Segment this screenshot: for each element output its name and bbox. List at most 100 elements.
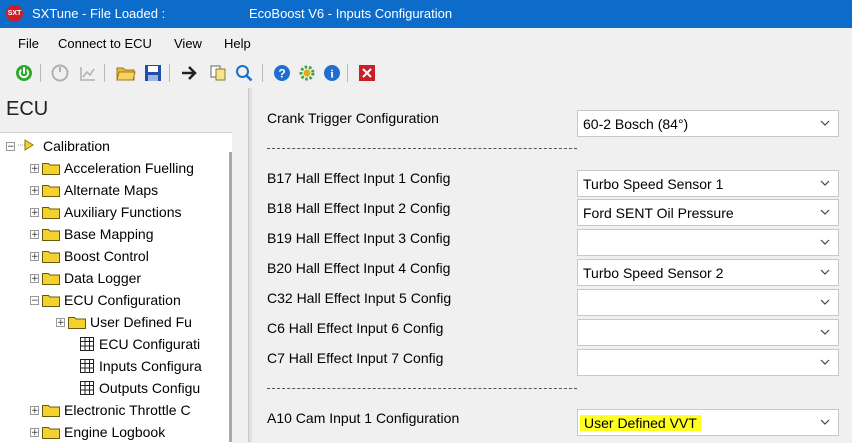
- folder-icon: [42, 272, 60, 285]
- expand-icon[interactable]: +: [30, 207, 39, 217]
- search-icon[interactable]: [234, 63, 254, 83]
- folder-icon: [42, 426, 60, 439]
- collapse-icon[interactable]: −: [6, 141, 15, 151]
- toolbar-separator: [169, 64, 170, 82]
- tree-item-outputs-configuration[interactable]: Outputs Configu: [80, 377, 200, 399]
- save-icon[interactable]: [143, 63, 163, 83]
- graph-icon[interactable]: [78, 63, 98, 83]
- expand-icon[interactable]: +: [56, 317, 65, 327]
- calibration-tree[interactable]: − Calibration + Acceleration Fuelling + …: [0, 132, 232, 443]
- tree-item-engine-logbook[interactable]: + Engine Logbook: [30, 421, 165, 443]
- chevron-down-icon: [820, 299, 830, 305]
- tree-item-label: Inputs Configura: [99, 358, 202, 374]
- tree-item-label: Auxiliary Functions: [64, 204, 182, 220]
- folder-icon: [42, 228, 60, 241]
- tree-item-label: Boost Control: [64, 248, 149, 264]
- tree-scrollbar[interactable]: [229, 152, 232, 442]
- tree-item-alternate-maps[interactable]: + Alternate Maps: [30, 179, 158, 201]
- expand-icon[interactable]: +: [30, 273, 39, 283]
- power-icon[interactable]: [14, 63, 34, 83]
- expand-icon[interactable]: +: [30, 405, 39, 415]
- chevron-down-icon: [820, 120, 830, 126]
- chevron-down-icon: [820, 359, 830, 365]
- svg-text:?: ?: [278, 67, 285, 81]
- tree-item-data-logger[interactable]: + Data Logger: [30, 267, 141, 289]
- tree-item-boost-control[interactable]: + Boost Control: [30, 245, 149, 267]
- tree-item-ecu-configuration[interactable]: − ECU Configuration: [30, 289, 181, 311]
- tree-item-acceleration-fuelling[interactable]: + Acceleration Fuelling: [30, 157, 194, 179]
- tree-item-label: Alternate Maps: [64, 182, 159, 198]
- hall-input-5-select[interactable]: [577, 289, 839, 316]
- cam-input-1-label: A10 Cam Input 1 Configuration: [267, 410, 460, 426]
- section-separator: [267, 388, 577, 389]
- settings-gear-icon[interactable]: [297, 63, 317, 83]
- folder-icon: [42, 250, 60, 263]
- disconnect-icon[interactable]: [50, 63, 70, 83]
- chevron-down-icon: [820, 329, 830, 335]
- expand-icon[interactable]: +: [30, 427, 39, 437]
- menu-connect-to-ecu[interactable]: Connect to ECU: [58, 36, 152, 51]
- hall-input-2-label: B18 Hall Effect Input 2 Config: [267, 200, 451, 216]
- tree-item-ecu-configuration-table[interactable]: ECU Configurati: [80, 333, 200, 355]
- tree-item-auxiliary-functions[interactable]: + Auxiliary Functions: [30, 201, 182, 223]
- expand-icon[interactable]: +: [30, 163, 39, 173]
- expand-icon[interactable]: +: [30, 229, 39, 239]
- tree-item-label: ECU Configuration: [64, 292, 181, 308]
- tree-item-label: ECU Configurati: [99, 336, 201, 352]
- menu-file[interactable]: File: [18, 36, 39, 51]
- hall-input-3-select[interactable]: [577, 229, 839, 256]
- chevron-down-icon: [820, 269, 830, 275]
- info-icon[interactable]: i: [322, 63, 342, 83]
- hall-input-1-label: B17 Hall Effect Input 1 Config: [267, 170, 451, 186]
- section-separator: [267, 148, 577, 149]
- select-value: Turbo Speed Sensor 2: [583, 265, 724, 281]
- hall-input-7-select[interactable]: [577, 349, 839, 376]
- chevron-down-icon: [820, 209, 830, 215]
- menu-view[interactable]: View: [174, 36, 202, 51]
- tree-item-label: Calibration: [43, 138, 110, 154]
- hall-input-2-select[interactable]: Ford SENT Oil Pressure: [577, 199, 839, 226]
- toolbar-separator: [40, 64, 41, 82]
- hall-input-6-label: C6 Hall Effect Input 6 Config: [267, 320, 444, 336]
- tree-item-label: User Defined Fu: [90, 314, 192, 330]
- folder-icon: [68, 316, 86, 329]
- menu-bar: File Connect to ECU View Help: [0, 28, 852, 58]
- help-icon[interactable]: ?: [272, 63, 292, 83]
- collapse-icon[interactable]: −: [30, 295, 39, 305]
- tree-item-calibration[interactable]: − Calibration: [6, 135, 110, 157]
- tree-item-base-mapping[interactable]: + Base Mapping: [30, 223, 154, 245]
- select-value: 60-2 Bosch (84°): [583, 116, 689, 132]
- window-title: EcoBoost V6 - Inputs Configuration: [249, 6, 453, 21]
- cam-input-1-select[interactable]: User Defined VVT: [577, 409, 839, 436]
- hall-input-3-label: B19 Hall Effect Input 3 Config: [267, 230, 451, 246]
- expand-icon[interactable]: +: [30, 185, 39, 195]
- expand-icon[interactable]: +: [30, 251, 39, 261]
- hall-input-6-select[interactable]: [577, 319, 839, 346]
- tree-item-inputs-configuration[interactable]: Inputs Configura: [80, 355, 202, 377]
- folder-icon: [42, 294, 60, 307]
- menu-help[interactable]: Help: [224, 36, 251, 51]
- copy-icon[interactable]: [208, 63, 228, 83]
- inputs-configuration-panel: Crank Trigger Configuration 60-2 Bosch (…: [252, 88, 852, 442]
- open-folder-icon[interactable]: [116, 63, 136, 83]
- crank-trigger-select[interactable]: 60-2 Bosch (84°): [577, 110, 839, 137]
- app-logo-icon: SXT: [6, 5, 23, 22]
- left-panel: ECU − Calibration + Acceleration Fuellin…: [0, 88, 248, 443]
- close-icon[interactable]: [357, 63, 377, 83]
- app-title: SXTune - File Loaded :: [32, 6, 166, 21]
- folder-icon: [42, 184, 60, 197]
- tree-item-label: Engine Logbook: [64, 424, 166, 440]
- hall-input-4-select[interactable]: Turbo Speed Sensor 2: [577, 259, 839, 286]
- hall-input-1-select[interactable]: Turbo Speed Sensor 1: [577, 170, 839, 197]
- toolbar-separator: [104, 64, 105, 82]
- folder-icon: [42, 162, 60, 175]
- arrow-icon[interactable]: [180, 63, 200, 83]
- folder-icon: [42, 404, 60, 417]
- table-icon: [80, 359, 94, 373]
- toolbar: ? i: [0, 58, 852, 88]
- tree-item-label: Base Mapping: [64, 226, 154, 242]
- tree-item-label: Acceleration Fuelling: [64, 160, 194, 176]
- tree-item-user-defined-functions[interactable]: + User Defined Fu: [56, 311, 192, 333]
- tree-item-electronic-throttle[interactable]: + Electronic Throttle C: [30, 399, 191, 421]
- tree-item-label: Outputs Configu: [99, 380, 201, 396]
